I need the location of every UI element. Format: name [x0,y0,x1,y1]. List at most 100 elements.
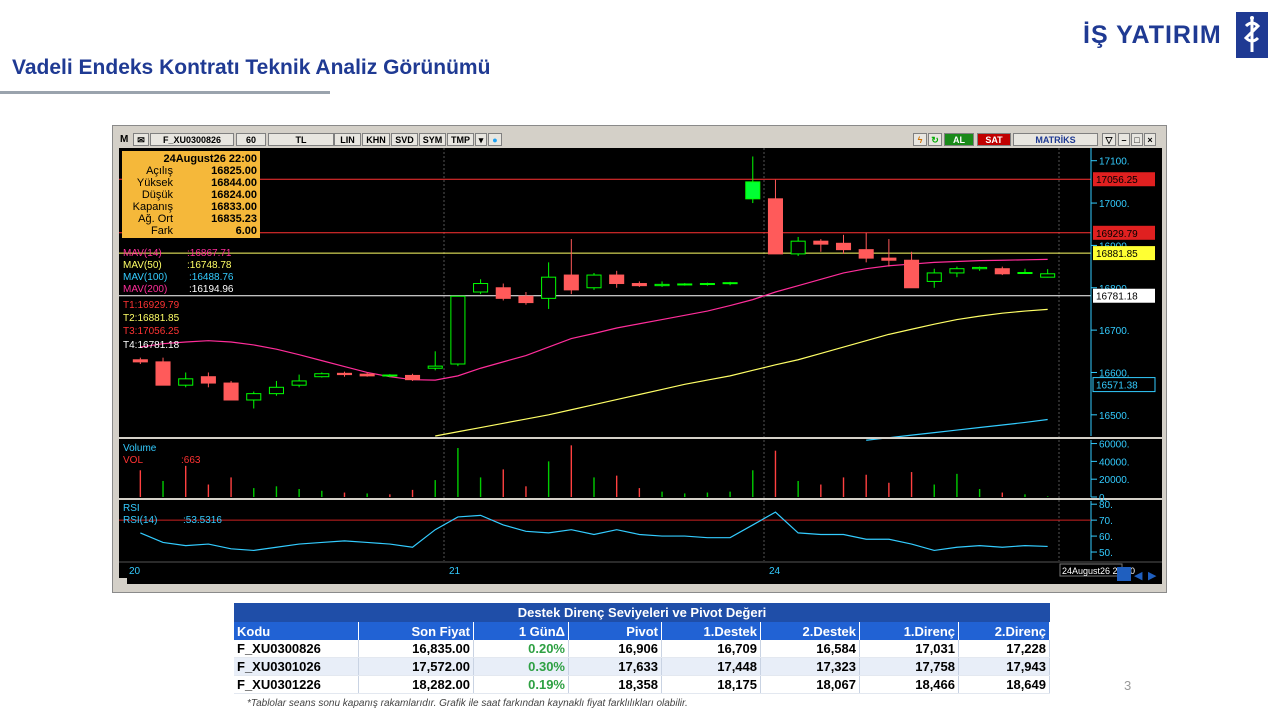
mav200-value: :16194.96 [189,284,234,295]
t1-label: T1:16929.79 [123,300,180,311]
pivot-table-title: Destek Direnç Seviyeleri ve Pivot Değeri [234,603,1050,622]
table-row: F_XU0301026 17,572.00 0.30% 17,633 17,44… [234,657,1050,676]
row-daily-change: 0.19% [473,675,569,694]
sym-button[interactable]: SYM [419,133,446,146]
candle-body [200,376,216,384]
candle-body [223,382,239,401]
scroll-left-arrow-icon[interactable]: ◀ [1134,570,1143,582]
row-support-2: 16,584 [760,640,860,658]
refresh-icon[interactable]: ↻ [928,133,942,146]
t3-label: T3:17056.25 [123,326,180,337]
row-resistance-1: 17,031 [859,640,959,658]
khn-button[interactable]: KHN [362,133,390,146]
candle-body [722,282,738,285]
candle-body [246,393,262,401]
price-tag-label: 16571.38 [1096,381,1138,392]
col-resistance-2: 2.Direnç [958,622,1050,640]
mav200-label: MAV(200) [123,284,167,295]
row-pivot: 17,633 [568,657,662,676]
price-tick-label: 16700. [1099,326,1130,337]
candle-body [359,373,375,377]
rsi-title: RSI [123,503,140,514]
sync-icon[interactable] [1117,567,1131,581]
price-tick-label: 17000. [1099,199,1130,210]
chart-canvas[interactable]: 17100.17000.16900.16800.16700.16600.1650… [119,148,1162,584]
row-last-price: 18,282.00 [358,675,474,694]
matriks-chart-window[interactable]: M ✉ F_XU0300826 60 TL LIN KHN SVD SYM TM… [112,125,1167,593]
table-row: F_XU0300826 16,835.00 0.20% 16,906 16,70… [234,640,1050,658]
symbol-field[interactable]: F_XU0300826 [150,133,234,146]
candle-body [994,268,1010,275]
dropdown-icon[interactable]: ▾ [475,133,487,146]
lightning-icon[interactable]: ϟ [913,133,927,146]
info-label-low: Düşük [142,189,174,201]
currency-field[interactable]: TL [268,133,334,146]
close-icon[interactable]: × [1144,133,1156,146]
candle-body [767,198,783,255]
rsi-tick-label: 70. [1099,516,1113,527]
menu-button[interactable]: M [120,133,128,146]
page-number: 3 [1124,678,1132,693]
scroll-left-button[interactable] [119,578,127,584]
candle-body [677,283,693,286]
title-rule [0,91,330,94]
row-resistance-1: 17,758 [859,657,959,676]
row-support-2: 18,067 [760,675,860,694]
info-label-avg: Ağ. Ort [138,213,173,225]
panel-divider-1 [119,437,1162,439]
price-tag-label: 16781.18 [1096,292,1138,303]
col-support-1: 1.Destek [661,622,761,640]
menu-down-icon[interactable]: ▽ [1102,133,1116,146]
row-support-1: 16,709 [661,640,761,658]
candle-body [858,249,874,259]
period-field[interactable]: 60 [236,133,266,146]
price-tag-label: 17056.25 [1096,175,1138,186]
candle-body [949,268,965,274]
maximize-icon[interactable]: □ [1131,133,1143,146]
scroll-right-arrow-icon[interactable]: ▶ [1148,570,1157,582]
row-code: F_XU0301226 [234,675,359,694]
row-code: F_XU0301026 [234,657,359,676]
candle-body [835,242,852,251]
info-value-open: 16825.00 [211,165,257,177]
twitter-icon[interactable]: ● [488,133,502,146]
candle-body [1040,273,1056,278]
candle-body [813,240,829,245]
candle-body [654,283,670,287]
price-tag-label: 16929.79 [1096,229,1138,240]
candle-body [450,295,466,365]
row-support-1: 17,448 [661,657,761,676]
slide-title: Vadeli Endeks Kontratı Teknik Analiz Gör… [12,56,491,79]
tmp-button[interactable]: TMP [447,133,474,146]
rsi-label: RSI(14) [123,515,157,526]
sell-button[interactable]: SAT [977,133,1011,146]
volume-title: Volume [123,443,157,454]
t2-label: T2:16881.85 [123,313,180,324]
price-tick-label: 16500. [1099,411,1130,422]
footnote: *Tablolar seans sonu kapanış rakamlarıdı… [247,698,688,709]
info-value-diff: 6.00 [236,225,257,237]
row-last-price: 17,572.00 [358,657,474,676]
candle-body [518,295,534,304]
col-last-price: Son Fiyat [358,622,474,640]
rsi-tick-label: 50. [1099,548,1113,559]
info-value-low: 16824.00 [211,189,257,201]
row-resistance-2: 17,228 [958,640,1050,658]
panel-divider-2 [119,498,1162,500]
lin-button[interactable]: LIN [334,133,361,146]
buy-button[interactable]: AL [944,133,974,146]
candle-body [291,380,307,386]
row-support-1: 18,175 [661,675,761,694]
candle-body [495,287,511,299]
row-pivot: 18,358 [568,675,662,694]
info-label-close: Kapanış [133,201,174,213]
chart-toolbar: M ✉ F_XU0300826 60 TL LIN KHN SVD SYM TM… [113,133,1166,147]
brand-button[interactable]: MATRİKS [1013,133,1098,146]
candle-body [541,276,557,299]
mav100-value: :16488.76 [189,272,234,283]
mail-icon[interactable]: ✉ [133,133,149,146]
minimize-icon[interactable]: – [1118,133,1130,146]
info-label-diff: Fark [151,225,174,237]
svd-button[interactable]: SVD [391,133,418,146]
candle-body [904,259,920,289]
